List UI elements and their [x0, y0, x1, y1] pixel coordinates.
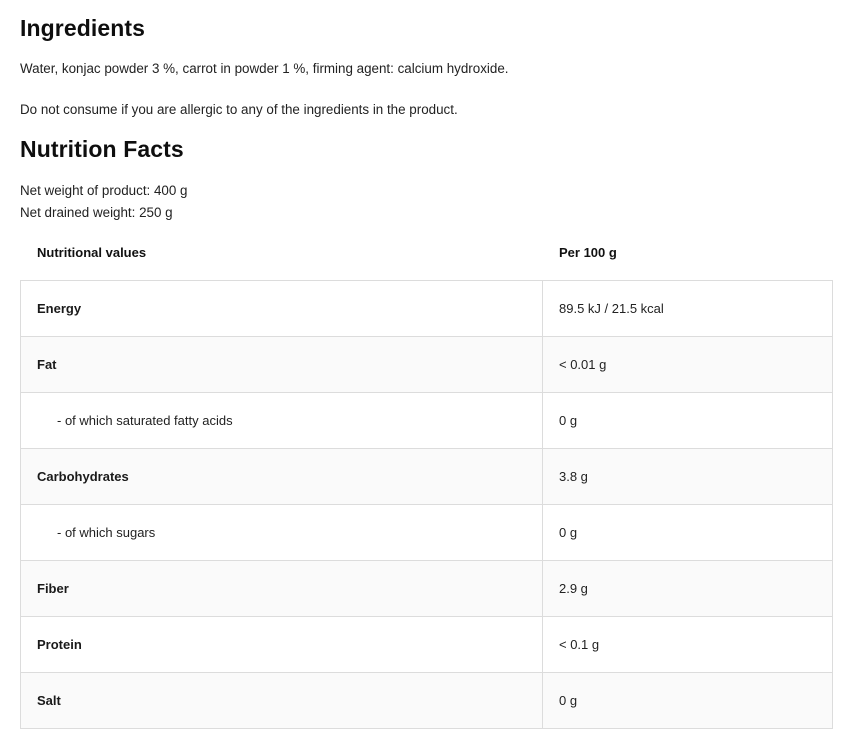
net-drained-weight: Net drained weight: 250 g	[20, 205, 173, 220]
column-header-per-100g: Per 100 g	[559, 244, 617, 260]
nutrient-value: 0 g	[559, 413, 578, 428]
nutrition-table-body: Energy 89.5 kJ / 21.5 kcal Fat < 0.01 g …	[20, 280, 833, 729]
nutrient-name: - of which sugars	[21, 505, 543, 560]
nutrition-facts-heading: Nutrition Facts	[20, 136, 184, 162]
nutrient-name: Fiber	[21, 561, 543, 616]
nutrient-name: Energy	[21, 281, 543, 336]
nutrient-value: 0 g	[559, 693, 578, 708]
nutrient-name: Carbohydrates	[21, 449, 543, 504]
ingredients-heading: Ingredients	[20, 15, 146, 41]
allergy-note: Do not consume if you are allergic to an…	[20, 102, 458, 117]
column-header-nutritional-values: Nutritional values	[37, 244, 147, 260]
nutrient-name: Fat	[21, 337, 543, 392]
table-row-carbohydrates: Carbohydrates 3.8 g	[21, 448, 832, 504]
nutrient-name: Protein	[21, 617, 543, 672]
ingredients-text: Water, konjac powder 3 %, carrot in powd…	[20, 61, 509, 76]
nutrient-name: - of which saturated fatty acids	[21, 393, 543, 448]
nutrition-table: Nutritional values Per 100 g Energy 89.5…	[20, 224, 833, 729]
nutrient-value: 3.8 g	[559, 469, 588, 484]
nutrient-value: < 0.01 g	[559, 357, 607, 372]
table-row-sugars: - of which sugars 0 g	[21, 504, 832, 560]
table-row-fat: Fat < 0.01 g	[21, 336, 832, 392]
nutrient-value: < 0.1 g	[559, 637, 600, 652]
nutrient-value: 0 g	[559, 525, 578, 540]
table-row-salt: Salt 0 g	[21, 672, 832, 728]
table-row-saturated-fatty-acids: - of which saturated fatty acids 0 g	[21, 392, 832, 448]
table-row-energy: Energy 89.5 kJ / 21.5 kcal	[21, 281, 832, 336]
table-row-protein: Protein < 0.1 g	[21, 616, 832, 672]
nutrition-table-header: Nutritional values Per 100 g	[20, 224, 833, 280]
net-weight: Net weight of product: 400 g	[20, 183, 188, 198]
nutrient-name: Salt	[21, 673, 543, 728]
table-row-fiber: Fiber 2.9 g	[21, 560, 832, 616]
nutrient-value: 2.9 g	[559, 581, 588, 596]
nutrient-value: 89.5 kJ / 21.5 kcal	[559, 301, 664, 316]
